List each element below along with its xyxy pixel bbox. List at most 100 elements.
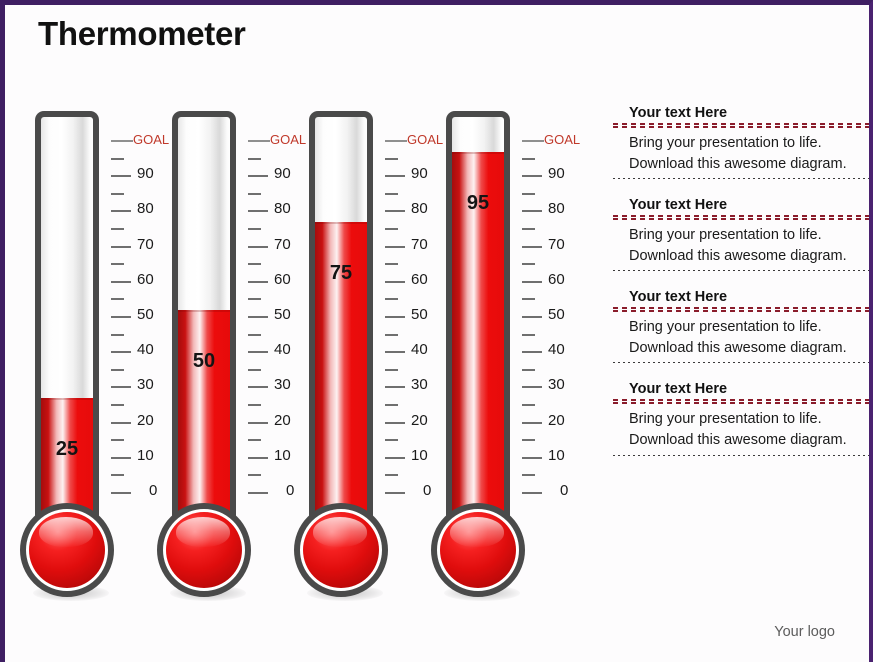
note-body-line-1: Bring your presentation to life.	[629, 319, 822, 336]
note-body-line-1: Bring your presentation to life.	[629, 135, 822, 151]
scale-tick-minor	[522, 404, 535, 406]
note-body-line-1: Bring your presentation to life.	[629, 227, 822, 244]
scale-tick-major	[248, 316, 268, 318]
scale-tick-major	[111, 351, 131, 354]
goal-tick	[522, 140, 544, 142]
thermometer-4[interactable]: 95 GOAL 90 80 70 60 50 40 30 20 10 0	[431, 111, 581, 601]
scale-tick-major	[248, 351, 268, 354]
scale-tick-minor	[522, 298, 535, 301]
note-divider-dashed	[613, 123, 869, 128]
scale-tick-label: 0	[286, 482, 295, 499]
scale-tick-label: 0	[423, 482, 432, 499]
scale-tick-label: 80	[548, 200, 565, 218]
note-block[interactable]: Your text Here Bring your presentation to…	[613, 289, 869, 364]
note-block[interactable]: Your text Here Bring your presentation to…	[613, 105, 869, 180]
goal-label: GOAL	[544, 132, 581, 147]
thermometer-bulb	[29, 512, 105, 588]
thermometer-3[interactable]: 75 GOAL 90 80 70 60 50 40 30 20 10 0	[294, 111, 444, 601]
scale-tick-label: 80	[411, 200, 428, 218]
page-title: Thermometer	[38, 15, 246, 52]
note-body: Bring your presentation to life. Download…	[613, 128, 869, 178]
note-block[interactable]: Your text Here Bring your presentation to…	[613, 381, 869, 456]
scale-tick-minor	[385, 474, 398, 477]
goal-tick	[385, 140, 407, 142]
scale-tick-label: 30	[137, 376, 154, 394]
note-body: Bring your presentation to life. Download…	[613, 220, 869, 270]
thermometer-value-label: 50	[192, 350, 216, 372]
logo-placeholder: Your logo	[774, 624, 835, 640]
scale-tick-major	[385, 175, 405, 178]
scale-tick-major	[248, 175, 268, 178]
scale-tick-label: 30	[548, 376, 565, 394]
scale-tick-minor	[248, 228, 261, 230]
scale-tick-minor	[522, 192, 535, 195]
scale-tick-label: 40	[548, 341, 565, 359]
thermometer-tube	[309, 111, 373, 511]
scale-tick-label: 20	[548, 411, 565, 429]
note-body-line-2: Download this awesome diagram.	[629, 247, 847, 264]
note-body: Bring your presentation to life. Download…	[613, 312, 869, 362]
scale-tick-major	[522, 175, 542, 178]
note-body-line-2: Download this awesome diagram.	[629, 339, 847, 356]
scale-tick-minor	[111, 439, 124, 442]
thermometer-scale: GOAL 90 80 70 60 50 40 30 20 10 0	[111, 111, 169, 511]
scale-tick-major	[522, 421, 542, 424]
scale-tick-minor	[385, 333, 398, 336]
scale-tick-major	[385, 386, 405, 389]
note-block[interactable]: Your text Here Bring your presentation to…	[613, 197, 869, 272]
scale-tick-minor	[248, 474, 261, 477]
scale-tick-minor	[111, 228, 124, 230]
scale-tick-major	[248, 245, 268, 248]
scale-tick-major	[248, 210, 268, 213]
scale-tick-major	[385, 421, 405, 424]
scale-tick-major	[111, 175, 131, 178]
scale-tick-label: 30	[411, 376, 428, 394]
scale-tick-minor	[522, 263, 535, 266]
goal-tick	[248, 140, 270, 142]
scale-tick-major	[248, 492, 268, 494]
scale-tick-major	[522, 316, 542, 318]
note-title: Your text Here	[629, 105, 728, 121]
note-divider-dotted	[613, 362, 869, 364]
note-divider-dotted	[613, 178, 869, 180]
scale-tick-minor	[248, 298, 261, 301]
thermometer-scale: GOAL 90 80 70 60 50 40 30 20 10 0	[248, 111, 306, 511]
note-divider-dashed	[613, 215, 869, 221]
scale-tick-major	[385, 456, 405, 459]
scale-tick-label: 90	[411, 165, 428, 183]
thermometer-1[interactable]: 25 GOAL 90 80 70 60 50 40 30 20 10 0	[20, 111, 170, 601]
scale-tick-major	[522, 245, 542, 248]
scale-tick-major	[111, 245, 131, 248]
scale-tick-label: 60	[411, 270, 428, 288]
scale-tick-label: 50	[411, 306, 428, 323]
scale-tick-label: 60	[274, 270, 291, 288]
scale-tick-label: 30	[274, 376, 291, 394]
scale-tick-minor	[111, 263, 124, 266]
scale-tick-major	[248, 386, 268, 389]
scale-tick-label: 70	[411, 235, 428, 253]
scale-tick-label: 10	[274, 446, 291, 464]
scale-tick-label: 50	[548, 306, 565, 323]
scale-tick-major	[111, 210, 131, 213]
scale-tick-minor	[248, 368, 261, 371]
thermometer-2[interactable]: 50 GOAL 90 80 70 60 50 40 30 20 10 0	[157, 111, 307, 601]
thermometer-tube	[172, 111, 236, 511]
scale-tick-minor	[111, 404, 124, 406]
scale-tick-major	[111, 421, 131, 424]
scale-tick-minor	[248, 263, 261, 266]
scale-tick-minor	[385, 368, 398, 371]
note-divider-dashed	[613, 307, 869, 313]
note-body-line-2: Download this awesome diagram.	[629, 155, 847, 172]
scale-tick-major	[522, 351, 542, 354]
slide-canvas: Thermometer 25 GOAL 90 80 70 60 50 40 30 20 10 0 50 G…	[0, 0, 873, 662]
note-title: Your text Here	[629, 289, 728, 306]
scale-tick-label: 90	[137, 165, 154, 183]
scale-tick-minor	[111, 474, 124, 477]
scale-tick-label: 70	[137, 235, 154, 253]
note-body: Bring your presentation to life. Download…	[613, 404, 869, 454]
scale-tick-minor	[248, 157, 261, 160]
scale-tick-major	[385, 210, 405, 213]
scale-tick-major	[385, 492, 405, 494]
thermometer-scale: GOAL 90 80 70 60 50 40 30 20 10 0	[385, 111, 443, 511]
thermometer-bulb	[440, 512, 516, 588]
